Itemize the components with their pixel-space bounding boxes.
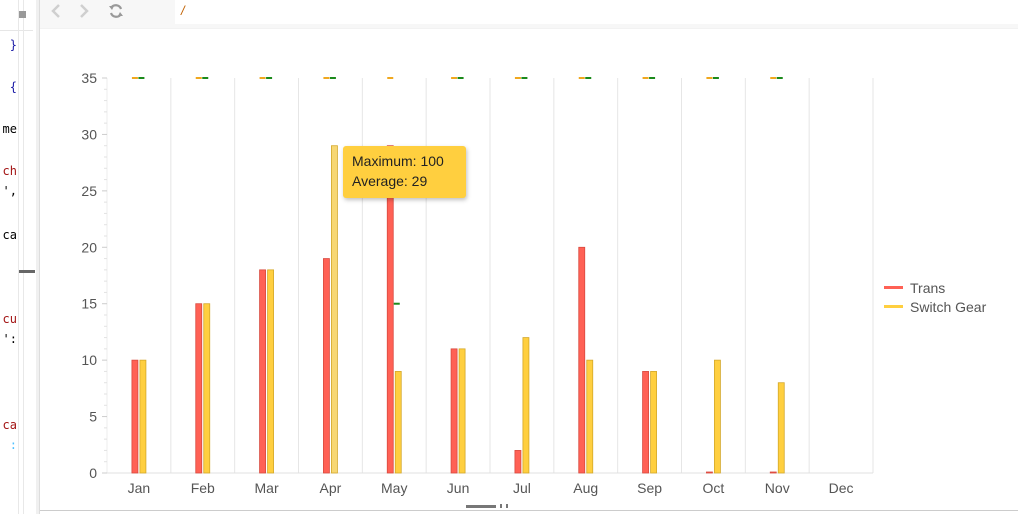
legend-item-switch-gear[interactable]: Switch Gear (884, 297, 986, 316)
bar-trans (514, 450, 522, 474)
y-tick-label: 20 (81, 239, 97, 255)
legend-swatch-trans (884, 286, 903, 289)
bar-trans (769, 471, 777, 474)
y-tick-label: 0 (89, 465, 97, 481)
x-tick-label: Aug (573, 480, 598, 496)
marker-maximum (770, 77, 777, 79)
marker-average (202, 77, 209, 79)
marker-average (585, 77, 592, 79)
marker-maximum (451, 77, 458, 79)
bar-trans (642, 371, 649, 474)
bar-trans (578, 246, 586, 474)
x-tick-label: Nov (765, 480, 790, 496)
bar-switch-gear (650, 371, 657, 474)
legend-label-trans: Trans (910, 279, 946, 296)
x-tick-label: May (381, 480, 407, 496)
y-tick-label: 25 (81, 183, 97, 199)
bar-switch-gear (586, 359, 594, 474)
y-tick-label: 15 (81, 296, 97, 312)
bar-switch-gear (394, 371, 402, 474)
x-tick-label: Mar (255, 480, 279, 496)
x-tick-label: Oct (703, 480, 725, 496)
marker-maximum (323, 77, 330, 79)
marker-maximum (514, 77, 521, 79)
bar-trans (450, 348, 458, 474)
x-tick-label: Jun (447, 480, 470, 496)
bar-switch-gear (139, 359, 147, 474)
bar-trans (323, 258, 330, 474)
chart-bottom-border (40, 510, 1018, 511)
y-tick-label: 5 (89, 409, 97, 425)
marker-average (776, 77, 783, 79)
bar-chart: 0 5 10 15 20 25 30 35 Jan Feb Mar Apr May Jun Jul Aug Se… (81, 70, 874, 496)
marker-maximum (706, 77, 713, 79)
y-tick-label: 30 (81, 126, 97, 142)
marker-maximum (642, 77, 649, 79)
chart-legend: Trans Switch Gear (884, 278, 986, 316)
marker-average (329, 77, 336, 79)
marker-average (457, 77, 464, 79)
bar-trans (259, 269, 266, 474)
marker-maximum (131, 77, 138, 79)
marker-maximum (259, 77, 266, 79)
x-tick-label: Dec (829, 480, 854, 496)
x-tick-label: Sep (637, 480, 662, 496)
legend-swatch-switch-gear (884, 305, 903, 308)
bar-switch-gear (267, 269, 274, 474)
marker-maximum (195, 77, 202, 79)
tooltip-maximum: Maximum: 100 (352, 153, 444, 169)
bar-switch-gear (522, 337, 530, 474)
bar-switch-gear (331, 145, 338, 474)
x-tick-label: Apr (320, 480, 342, 496)
marker-average (393, 302, 400, 305)
marker-average (138, 77, 145, 79)
grid-layer (170, 78, 874, 473)
x-tick-label: Jan (128, 480, 151, 496)
bar-switch-gear (714, 359, 721, 474)
bar-trans (706, 471, 713, 474)
marker-average (649, 77, 656, 79)
bar-trans (131, 359, 139, 474)
marker-maximum (387, 77, 394, 79)
y-tick-label: 10 (81, 352, 97, 368)
bar-trans (195, 303, 203, 474)
bar-switch-gear (777, 382, 785, 474)
y-tick-label: 35 (81, 70, 97, 86)
legend-item-trans[interactable]: Trans (884, 278, 986, 297)
bar-switch-gear (203, 303, 211, 474)
marker-average (521, 77, 528, 79)
legend-label-switch-gear: Switch Gear (910, 298, 987, 315)
x-tick-label: Jul (513, 480, 531, 496)
marker-maximum (578, 77, 585, 79)
marker-average (266, 77, 273, 79)
x-tick-label: Feb (191, 480, 215, 496)
chart-tooltip: Maximum: 100 Average: 29 (343, 146, 466, 198)
bar-switch-gear (458, 348, 466, 474)
marker-average (712, 77, 719, 79)
tooltip-average: Average: 29 (352, 173, 428, 189)
